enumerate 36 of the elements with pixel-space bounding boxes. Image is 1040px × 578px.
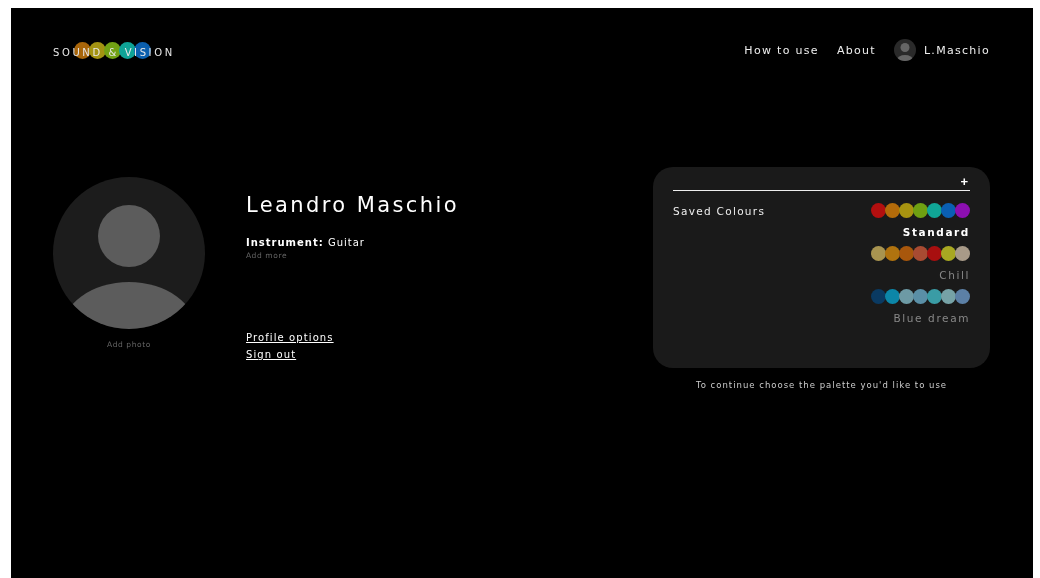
palette-swatch[interactable]	[927, 246, 942, 261]
palette-swatch[interactable]	[941, 203, 956, 218]
nav-link[interactable]: How to use	[744, 43, 819, 57]
avatar-icon[interactable]	[893, 39, 916, 61]
instrument-text: Instrument: Guitar	[246, 237, 365, 248]
profile-link[interactable]: Profile options	[246, 332, 334, 343]
palette-name[interactable]: Chill	[939, 269, 970, 281]
palette-swatch[interactable]	[899, 203, 914, 218]
palette-swatch[interactable]	[955, 246, 970, 261]
palette-hint: To continue choose the palette you'd like to use	[695, 380, 948, 390]
palette-swatch[interactable]	[913, 246, 928, 261]
add-button[interactable]: +	[958, 175, 970, 188]
nav-link[interactable]: About	[836, 43, 876, 57]
palette-swatch[interactable]	[899, 289, 914, 304]
palette-name[interactable]: Standard	[902, 226, 970, 238]
profile-name: Leandro Maschio	[246, 193, 459, 217]
palette-swatch[interactable]	[899, 246, 914, 261]
palette-swatch[interactable]	[871, 289, 886, 304]
profile-avatar[interactable]	[53, 177, 205, 329]
user-name[interactable]: L.Maschio	[923, 43, 990, 57]
palette-swatch[interactable]	[913, 203, 928, 218]
palette-name[interactable]: Blue dream	[893, 312, 970, 324]
card-title: Saved Colours	[673, 205, 766, 219]
palette-swatch[interactable]	[885, 289, 900, 304]
profile-link[interactable]: Sign out	[246, 349, 334, 360]
palette-swatch[interactable]	[871, 246, 886, 261]
palette-swatch[interactable]	[927, 289, 942, 304]
palette-swatch[interactable]	[955, 203, 970, 218]
palette-swatch[interactable]	[885, 246, 900, 261]
palette-swatch[interactable]	[885, 203, 900, 218]
palette-swatch[interactable]	[871, 203, 886, 218]
palette-swatch[interactable]	[941, 246, 956, 261]
palette-swatch[interactable]	[927, 203, 942, 218]
palette-swatch[interactable]	[941, 289, 956, 304]
palette-swatch[interactable]	[955, 289, 970, 304]
palette-swatch[interactable]	[913, 289, 928, 304]
